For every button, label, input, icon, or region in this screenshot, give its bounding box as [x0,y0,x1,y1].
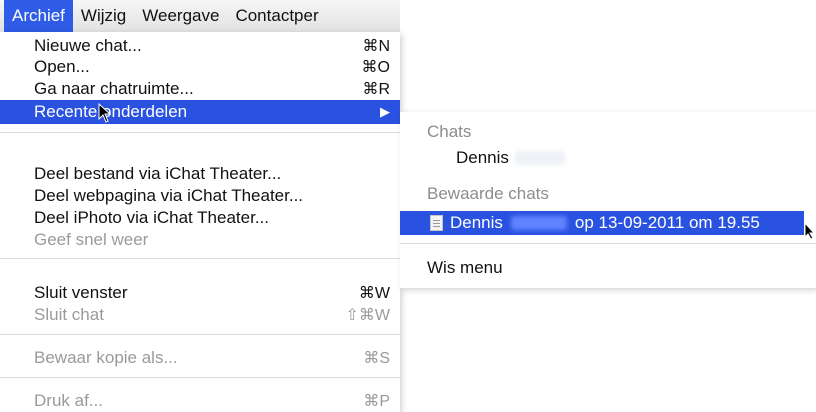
menu-item-shortcut: ⇧⌘W [345,307,390,324]
menu-item-shortcut: ⌘R [362,81,390,98]
menu-item-label: Deel webpagina via iChat Theater... [34,186,304,205]
menu-item-shortcut: ⌘P [363,393,390,410]
menu-item-label: Recente onderdelen [34,102,188,121]
menu-item-label: Sluit chat [34,305,104,324]
menu-item-label: Nieuwe chat... [34,36,142,55]
saved-chat-name: Dennis [450,213,503,232]
recente-onderdelen-submenu: Chats Dennis Bewaarde chats Dennis op 13… [400,112,816,288]
menu-item-geef-snel-weer: Geef snel weer [0,229,400,251]
menu-item-deel-iphoto[interactable]: Deel iPhoto via iChat Theater... [0,207,400,229]
mouse-cursor-icon [98,103,112,123]
menubar-archief[interactable]: Archief [4,0,73,32]
menu-item-deel-bestand[interactable]: Deel bestand via iChat Theater... [0,163,400,185]
menu-item-sluit-venster[interactable]: Sluit venster ⌘W [0,282,400,304]
submenu-arrow-icon: ▶ [380,104,390,119]
menu-item-label: Geef snel weer [34,230,149,249]
menu-item-sluit-chat: Sluit chat ⇧⌘W [0,304,400,326]
document-icon [430,215,443,231]
menubar-contactpersonen[interactable]: Contactper [227,0,326,32]
menu-item-shortcut: ⌘N [362,38,390,55]
menu-item-druk-af: Druk af... ⌘P [0,390,400,412]
menu-item-label: Open... [34,57,90,76]
menu-separator [0,258,400,259]
menu-item-open[interactable]: Open... ⌘O [0,56,400,78]
saved-chat-date: op 13-09-2011 om 19.55 [574,213,760,232]
menu-item-shortcut: ⌘O [361,59,390,76]
submenu-item-recent-chat[interactable]: Dennis [400,146,816,170]
submenu-item-label: Wis menu [427,258,503,277]
submenu-header-chats: Chats [427,122,472,141]
menu-separator [0,334,400,335]
redacted-name [510,216,567,230]
menu-item-label: Ga naar chatruimte... [34,79,194,98]
menu-item-ga-naar-chatruimte[interactable]: Ga naar chatruimte... ⌘R [0,78,400,100]
menubar-weergave[interactable]: Weergave [134,0,227,32]
menubar-wijzig[interactable]: Wijzig [73,0,134,32]
menu-bar: Archief Wijzig Weergave Contactper [0,0,400,33]
mouse-cursor-icon [804,222,816,240]
menu-item-nieuwe-chat[interactable]: Nieuwe chat... ⌘N [0,35,400,57]
menu-item-shortcut: ⌘S [363,350,390,367]
redacted-name [514,151,565,165]
menu-separator [0,377,400,378]
submenu-header-bewaarde-chats: Bewaarde chats [427,184,549,203]
submenu-item-saved-chat[interactable]: Dennis op 13-09-2011 om 19.55 [400,211,804,235]
submenu-item-label: Dennis [456,148,509,167]
menu-item-bewaar-kopie: Bewaar kopie als... ⌘S [0,347,400,369]
menu-item-recente-onderdelen[interactable]: Recente onderdelen ▶ [0,100,400,124]
archief-menu: Nieuwe chat... ⌘N Open... ⌘O Ga naar cha… [0,32,400,412]
submenu-item-wis-menu[interactable]: Wis menu [400,256,816,280]
menu-item-label: Deel bestand via iChat Theater... [34,164,282,183]
menu-item-deel-webpagina[interactable]: Deel webpagina via iChat Theater... [0,185,400,207]
menu-item-shortcut: ⌘W [358,285,390,302]
menu-item-label: Deel iPhoto via iChat Theater... [34,208,269,227]
menu-separator [0,132,400,133]
menu-item-label: Sluit venster [34,283,128,302]
menu-item-label: Bewaar kopie als... [34,348,178,367]
submenu-separator [400,243,816,244]
menu-item-label: Druk af... [34,391,103,410]
